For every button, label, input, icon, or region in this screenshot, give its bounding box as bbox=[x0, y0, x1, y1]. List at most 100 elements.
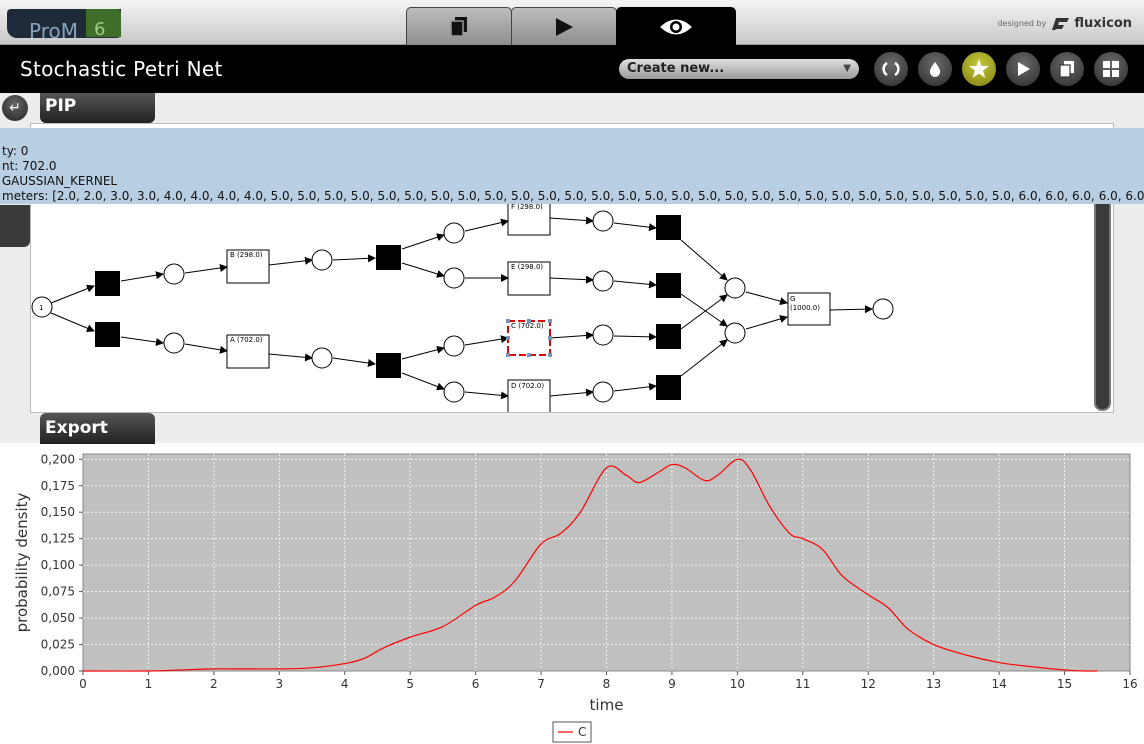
transition-G[interactable]: G (1000.0) bbox=[787, 292, 831, 326]
top-bar: ProM 6 designed by fluxicon bbox=[0, 0, 1144, 45]
y-axis-label: probability density bbox=[13, 492, 31, 632]
create-new-dropdown[interactable]: Create new... ▼ bbox=[619, 59, 859, 79]
x-tick-label: 0 bbox=[79, 677, 87, 691]
x-tick-label: 14 bbox=[991, 677, 1006, 691]
silent-transition bbox=[656, 324, 681, 349]
transition-C[interactable]: C (702.0) bbox=[506, 319, 552, 357]
y-tick-label: 0,100 bbox=[41, 558, 75, 572]
eye-icon bbox=[660, 19, 692, 34]
star-icon bbox=[969, 59, 989, 78]
info-weight: nt: 702.0 bbox=[2, 159, 57, 173]
y-tick-label: 0,125 bbox=[41, 532, 75, 546]
info-parameters: meters: [2.0, 2.0, 3.0, 3.0, 4.0, 4.0, 4… bbox=[2, 189, 1144, 203]
pip-panel-tab[interactable]: PIP bbox=[40, 93, 155, 123]
place bbox=[163, 332, 185, 354]
transition-D[interactable]: D (702.0) bbox=[507, 379, 551, 413]
svg-text:A (702.0): A (702.0) bbox=[230, 336, 263, 344]
arcs bbox=[50, 216, 873, 400]
tab-views[interactable] bbox=[616, 7, 736, 45]
create-new-label: Create new... bbox=[627, 61, 725, 76]
y-tick-label: 0,000 bbox=[41, 664, 75, 678]
y-tick-label: 0,175 bbox=[41, 479, 75, 493]
x-tick-label: 13 bbox=[926, 677, 941, 691]
play-icon bbox=[1018, 62, 1030, 76]
silent-transition bbox=[656, 273, 681, 298]
play-icon bbox=[556, 17, 573, 36]
drop-icon bbox=[929, 62, 941, 77]
x-tick-label: 6 bbox=[472, 677, 480, 691]
transition-E[interactable]: E (298.0) bbox=[507, 261, 551, 296]
page-title: Stochastic Petri Net bbox=[20, 57, 223, 81]
x-tick-label: 16 bbox=[1122, 677, 1137, 691]
copy-button[interactable] bbox=[1050, 52, 1084, 86]
designed-by-label: designed by bbox=[997, 19, 1047, 28]
silent-transition bbox=[95, 322, 120, 347]
silent-transitions bbox=[95, 215, 681, 400]
vendor-credit: designed by fluxicon bbox=[997, 16, 1132, 31]
svg-text:B (298.0): B (298.0) bbox=[230, 251, 263, 259]
silent-transition bbox=[656, 375, 681, 400]
x-tick-label: 2 bbox=[210, 677, 218, 691]
title-bar: Stochastic Petri Net Create new... ▼ bbox=[0, 45, 1144, 93]
place bbox=[443, 335, 465, 357]
place bbox=[724, 322, 746, 344]
copy-icon bbox=[450, 16, 467, 37]
return-arrow-icon: ↵ bbox=[9, 100, 21, 116]
density-chart: 0 1 2 3 4 5 6 7 8 9 10 11 12 13 14 15 160,0000,0250,0500… bbox=[13, 452, 1138, 743]
refresh-button[interactable] bbox=[874, 52, 908, 86]
silent-transition bbox=[95, 271, 120, 296]
y-tick-label: 0,150 bbox=[41, 505, 75, 519]
transition-F[interactable]: F (298.0) bbox=[507, 200, 551, 236]
svg-text:D (702.0): D (702.0) bbox=[511, 382, 544, 390]
x-tick-label: 7 bbox=[537, 677, 545, 691]
silent-transition bbox=[376, 353, 401, 378]
y-tick-label: 0,200 bbox=[41, 452, 75, 466]
transition-tooltip: ty: 0 nt: 702.0 GAUSSIAN_KERNEL meters: … bbox=[0, 128, 1144, 204]
x-tick-label: 12 bbox=[861, 677, 876, 691]
silent-transition bbox=[656, 215, 681, 240]
x-tick-label: 3 bbox=[275, 677, 283, 691]
place bbox=[443, 381, 465, 403]
drop-button[interactable] bbox=[918, 52, 952, 86]
x-tick-label: 4 bbox=[341, 677, 349, 691]
legend-label: C bbox=[578, 725, 586, 739]
chevron-down-icon: ▼ bbox=[843, 63, 851, 74]
place bbox=[311, 249, 333, 271]
svg-text:C (702.0): C (702.0) bbox=[511, 322, 544, 330]
prom-version-badge: 6 bbox=[86, 9, 121, 39]
place bbox=[592, 270, 614, 292]
fluxicon-logo-icon bbox=[1052, 17, 1070, 30]
place bbox=[311, 347, 333, 369]
transition-B[interactable]: B (298.0) bbox=[226, 249, 270, 284]
grid-button[interactable] bbox=[1094, 52, 1128, 86]
y-tick-label: 0,025 bbox=[41, 638, 75, 652]
vertical-scrollbar[interactable] bbox=[1094, 193, 1111, 411]
x-axis-label: time bbox=[590, 696, 624, 714]
favorite-button[interactable] bbox=[962, 52, 996, 86]
tab-actions[interactable] bbox=[511, 7, 617, 45]
export-panel-tab[interactable]: Export bbox=[40, 413, 155, 444]
place bbox=[592, 210, 614, 232]
play-button[interactable] bbox=[1006, 52, 1040, 86]
place bbox=[592, 381, 614, 403]
info-distribution: GAUSSIAN_KERNEL bbox=[0, 174, 118, 188]
place-end bbox=[872, 298, 894, 320]
places bbox=[31, 210, 894, 403]
x-tick-label: 11 bbox=[795, 677, 810, 691]
place bbox=[163, 263, 185, 285]
y-tick-label: 0,050 bbox=[41, 611, 75, 625]
svg-text:G: G bbox=[790, 295, 795, 303]
start-token-label: 1 bbox=[39, 304, 43, 312]
chart-area: 0 1 2 3 4 5 6 7 8 9 10 11 12 13 14 15 16 0,000 0,025 0,050 0… bbox=[0, 444, 1144, 744]
fluxicon-label: fluxicon bbox=[1074, 16, 1132, 31]
x-tick-label: 10 bbox=[730, 677, 745, 691]
x-tick-label: 15 bbox=[1057, 677, 1072, 691]
svg-text:F (298.0): F (298.0) bbox=[511, 203, 543, 211]
back-button[interactable]: ↵ bbox=[2, 95, 28, 121]
copy-icon bbox=[1059, 61, 1074, 78]
transition-A[interactable]: A (702.0) bbox=[226, 334, 270, 369]
side-panel-handle[interactable] bbox=[0, 205, 30, 247]
grid-icon bbox=[1103, 61, 1119, 77]
svg-text:(1000.0): (1000.0) bbox=[790, 304, 820, 312]
tab-workspace[interactable] bbox=[406, 7, 512, 45]
